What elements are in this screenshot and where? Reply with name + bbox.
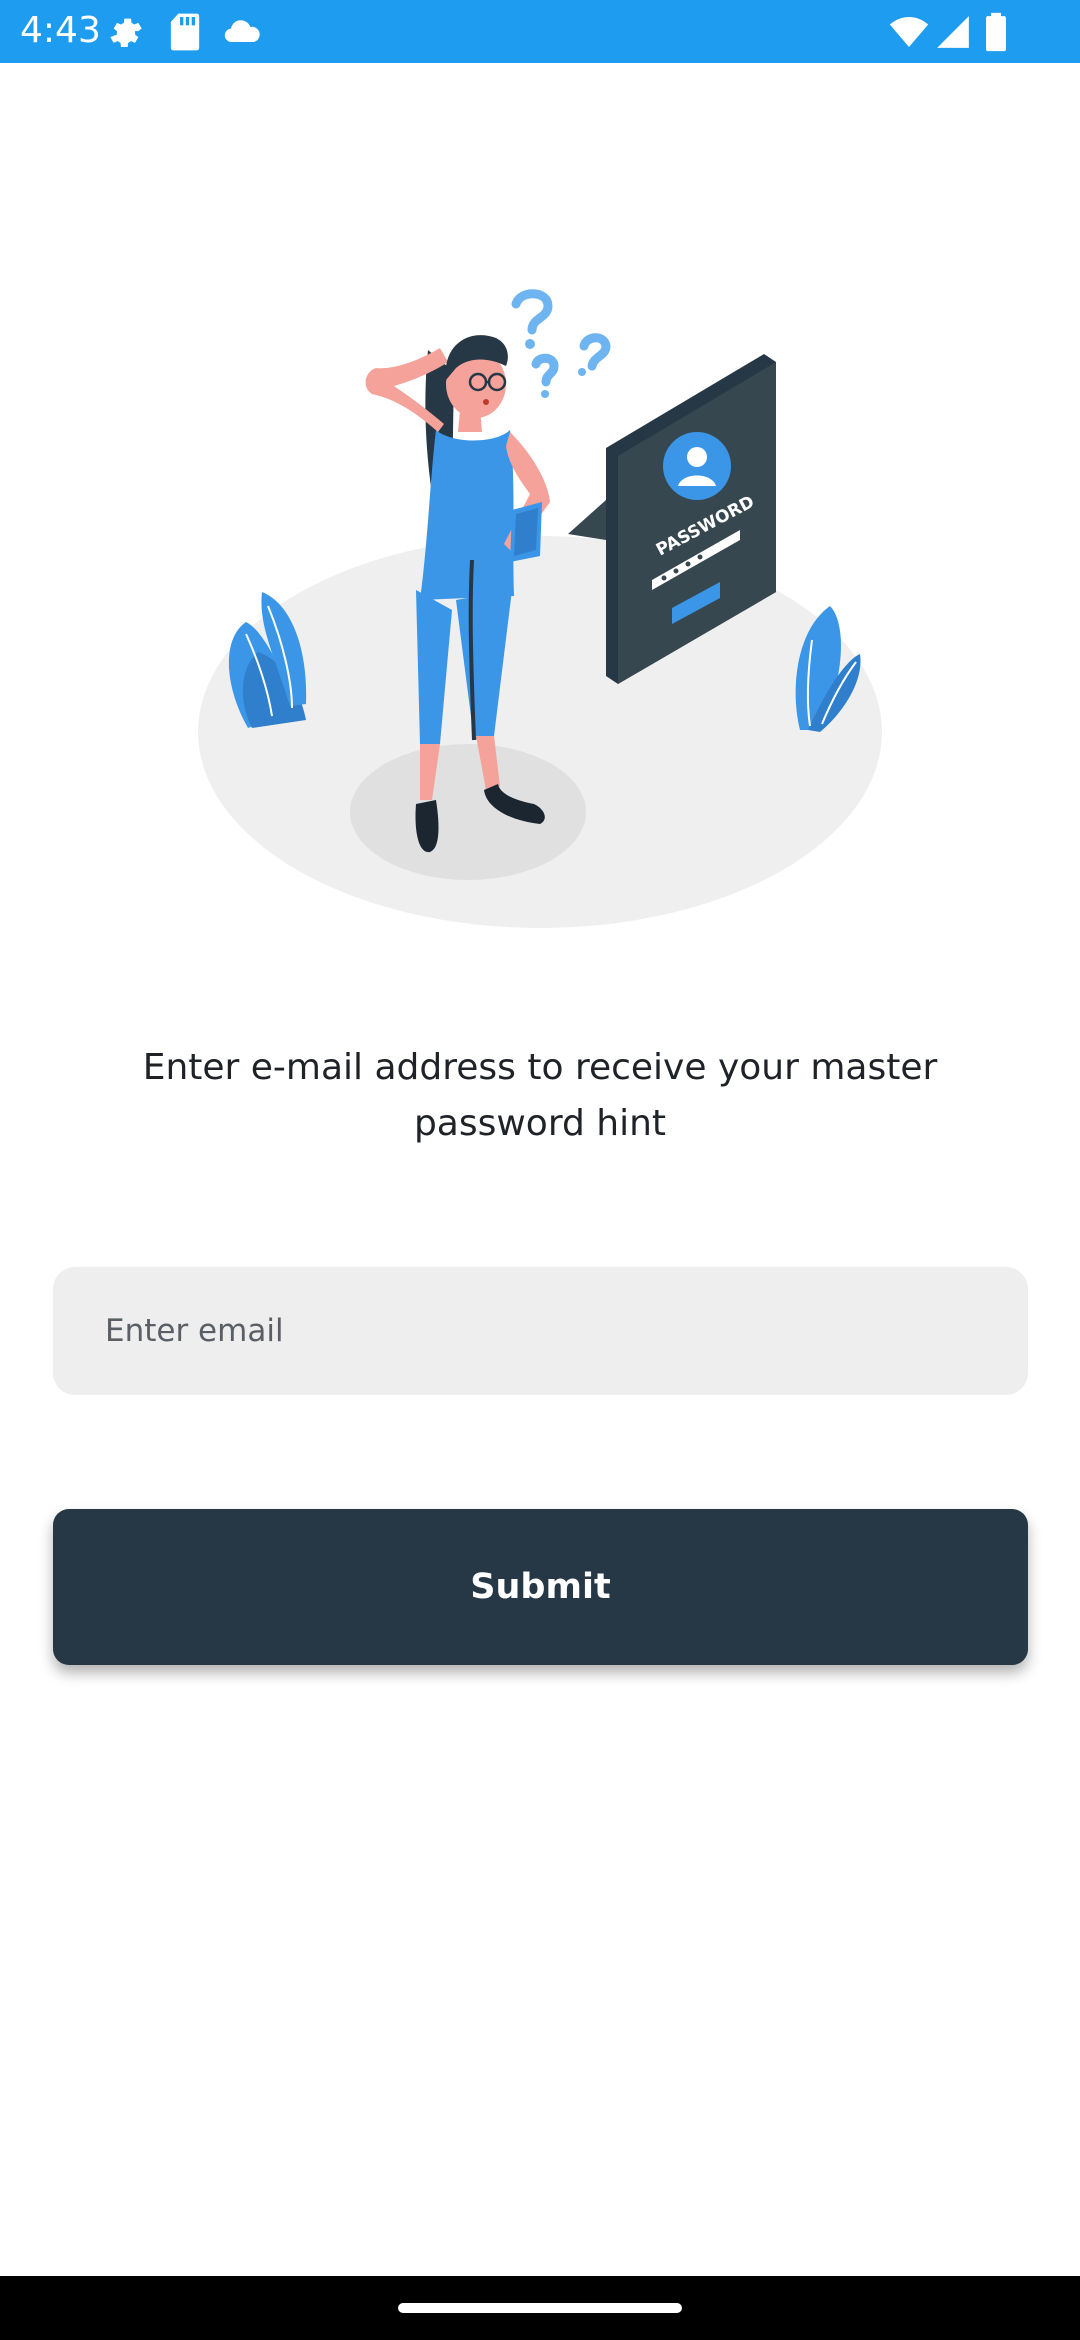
home-gesture-handle[interactable] xyxy=(398,2303,682,2313)
submit-button[interactable]: Submit xyxy=(53,1509,1028,1665)
floor-shadow xyxy=(198,536,882,928)
sd-card-icon xyxy=(170,13,200,51)
question-marks-icon xyxy=(511,289,611,387)
status-time: 4:43 xyxy=(20,10,101,51)
navigation-bar xyxy=(0,2276,1080,2340)
email-field[interactable] xyxy=(53,1267,1028,1395)
settings-icon xyxy=(110,18,142,47)
status-bar: 4:43 xyxy=(0,0,1080,63)
forgot-password-illustration: PASSWORD xyxy=(198,289,882,928)
password-hint-screen: 4:43 PASSWORD Enter e-mail address to re… xyxy=(0,0,1080,2340)
feet-shadow xyxy=(350,744,586,880)
wifi-icon xyxy=(889,17,929,47)
signal-icon xyxy=(937,16,969,48)
cloud-icon xyxy=(224,20,260,43)
instruction-text: Enter e-mail address to receive your mas… xyxy=(142,1047,938,1144)
battery-icon xyxy=(986,12,1006,52)
